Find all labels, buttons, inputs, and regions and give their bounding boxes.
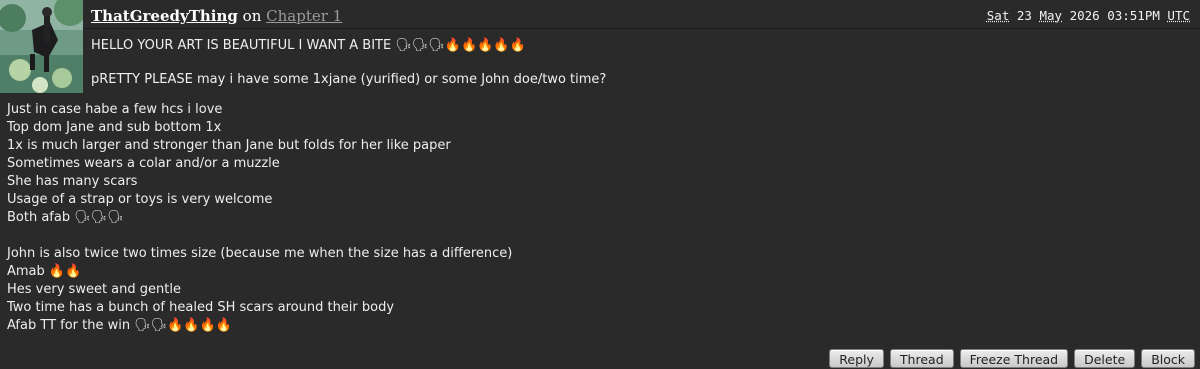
author-link[interactable]: ThatGreedyThing xyxy=(91,7,238,25)
avatar[interactable] xyxy=(0,0,83,93)
timestamp: Sat 23 May 2026 03:51PM UTC xyxy=(987,8,1190,23)
timestamp-date: 23 xyxy=(1016,8,1032,23)
comment-line: Top dom Jane and sub bottom 1x xyxy=(7,120,222,135)
comment-body-intro: HELLO YOUR ART IS BEAUTIFUL I WANT A BIT… xyxy=(91,37,1191,89)
comment-line: Both afab 🗣🗣🗣 xyxy=(7,210,124,225)
comment-body: Just in case habe a few hcs i love Top d… xyxy=(7,101,1187,335)
delete-button[interactable]: Delete xyxy=(1074,349,1136,368)
timestamp-tz: UTC xyxy=(1167,8,1190,23)
freeze-thread-button[interactable]: Freeze Thread xyxy=(959,349,1069,368)
comment-actions: Reply Thread Freeze Thread Delete Block xyxy=(829,349,1195,368)
comment-line: Amab 🔥🔥 xyxy=(7,264,82,279)
comment-line: HELLO YOUR ART IS BEAUTIFUL I WANT A BIT… xyxy=(91,38,526,53)
timestamp-day: Sat xyxy=(986,8,1010,23)
comment: ThatGreedyThing on Chapter 1 Sat 23 May … xyxy=(0,0,1200,369)
comment-line: Afab TT for the win 🗣🗣🔥🔥🔥🔥 xyxy=(7,318,232,333)
comment-line: Just in case habe a few hcs i love xyxy=(7,102,223,117)
comment-line: 1x is much larger and stronger than Jane… xyxy=(7,138,451,153)
comment-line: Sometimes wears a colar and/or a muzzle xyxy=(7,156,280,171)
comment-line: pRETTY PLEASE may i have some 1xjane (yu… xyxy=(91,72,607,87)
comment-line: John is also twice two times size (becau… xyxy=(7,246,513,261)
comment-line: Hes very sweet and gentle xyxy=(7,282,181,297)
timestamp-year-time: 2026 03:51PM xyxy=(1069,8,1160,23)
on-word: on xyxy=(242,7,262,25)
author-line: ThatGreedyThing on Chapter 1 xyxy=(91,7,342,25)
avatar-image xyxy=(0,0,83,93)
thread-button[interactable]: Thread xyxy=(889,349,954,368)
comment-line: Usage of a strap or toys is very welcome xyxy=(7,192,273,207)
comment-line: She has many scars xyxy=(7,174,138,189)
block-button[interactable]: Block xyxy=(1141,349,1195,368)
reply-button[interactable]: Reply xyxy=(829,349,884,368)
comment-line: Two time has a bunch of healed SH scars … xyxy=(7,300,395,315)
timestamp-month: May xyxy=(1039,8,1063,23)
chapter-link[interactable]: Chapter 1 xyxy=(266,7,342,25)
